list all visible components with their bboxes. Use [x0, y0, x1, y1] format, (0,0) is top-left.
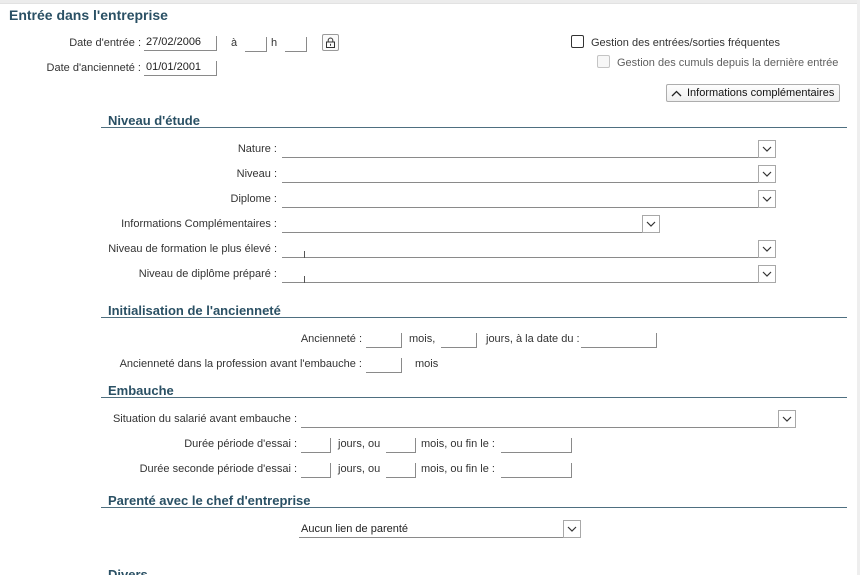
- essai-mois-field[interactable]: [386, 438, 416, 453]
- page-title: Entrée dans l'entreprise: [9, 7, 168, 23]
- essai2-label: Durée seconde période d'essai :: [139, 463, 297, 475]
- hour-field[interactable]: [245, 37, 267, 52]
- frequent-checkbox[interactable]: [571, 35, 584, 48]
- chevron-down-icon: [762, 246, 772, 252]
- anciennete-jours-field[interactable]: [441, 333, 477, 348]
- formation-label: Niveau de formation le plus élevé :: [108, 243, 277, 255]
- essai2-jours-ou-label: jours, ou: [338, 463, 381, 475]
- section-parente-divider: [101, 507, 847, 508]
- date-anciennete-field[interactable]: 01/01/2001: [144, 61, 217, 76]
- nature-select[interactable]: [282, 143, 758, 158]
- hour-h-label: h: [271, 37, 278, 49]
- minute-field[interactable]: [285, 37, 307, 52]
- essai2-mois-fin-label: mois, ou fin le :: [421, 463, 495, 475]
- chevron-down-icon: [567, 526, 577, 532]
- info-complementaires-label: Informations complémentaires: [687, 87, 835, 99]
- parente-select[interactable]: Aucun lien de parenté: [299, 523, 564, 538]
- chevron-down-icon: [762, 146, 772, 152]
- chevron-down-icon: [762, 171, 772, 177]
- essai2-mois-field[interactable]: [386, 463, 416, 478]
- date-entree-label: Date d'entrée :: [69, 37, 141, 49]
- essai-jours-field[interactable]: [301, 438, 331, 453]
- anciennete-mois-label: mois,: [409, 333, 436, 345]
- essai2-jours-field[interactable]: [301, 463, 331, 478]
- parente-dropdown-button[interactable]: [563, 520, 581, 538]
- text-caret: [304, 276, 305, 283]
- anciennete-date-field[interactable]: [581, 333, 657, 348]
- formation-select[interactable]: [282, 243, 758, 258]
- section-anciennete-title: Initialisation de l'ancienneté: [108, 303, 281, 318]
- situation-dropdown-button[interactable]: [778, 410, 796, 428]
- infos-complementaires-dropdown-button[interactable]: [642, 215, 660, 233]
- chevron-down-icon: [762, 196, 772, 202]
- infos-complementaires-select[interactable]: [282, 218, 642, 233]
- essai-mois-fin-label: mois, ou fin le :: [421, 438, 495, 450]
- essai-label: Durée période d'essai :: [184, 438, 297, 450]
- date-entree-field[interactable]: 27/02/2006: [144, 36, 217, 51]
- anciennete-profession-mois-label: mois: [415, 358, 439, 370]
- cumuls-label: Gestion des cumuls depuis la dernière en…: [617, 57, 839, 69]
- chevron-down-icon: [782, 416, 792, 422]
- anciennete-jours-label: jours, à la date du :: [486, 333, 580, 345]
- section-parente-title: Parenté avec le chef d'entreprise: [108, 493, 311, 508]
- niveau-label: Niveau :: [236, 168, 277, 180]
- situation-label: Situation du salarié avant embauche :: [112, 413, 297, 425]
- diplome-dropdown-button[interactable]: [758, 190, 776, 208]
- niveau-dropdown-button[interactable]: [758, 165, 776, 183]
- section-niveau-etude-title: Niveau d'étude: [108, 113, 200, 128]
- essai2-fin-date-field[interactable]: [501, 463, 572, 478]
- section-divers-title: Divers: [108, 567, 148, 575]
- diplome-label: Diplome :: [230, 193, 277, 205]
- cumuls-checkbox[interactable]: [597, 55, 610, 68]
- section-embauche-title: Embauche: [108, 383, 174, 398]
- diplome-prepare-dropdown-button[interactable]: [758, 265, 776, 283]
- lock-button[interactable]: [322, 34, 339, 51]
- niveau-select[interactable]: [282, 168, 758, 183]
- anciennete-profession-field[interactable]: [366, 358, 402, 373]
- essai-jours-ou-label: jours, ou: [338, 438, 381, 450]
- nature-dropdown-button[interactable]: [758, 140, 776, 158]
- chevron-down-icon: [646, 221, 656, 227]
- lock-icon: [326, 37, 335, 48]
- nature-label: Nature :: [237, 143, 277, 155]
- diplome-prepare-label: Niveau de diplôme préparé :: [138, 268, 277, 280]
- diplome-prepare-select[interactable]: [282, 268, 758, 283]
- anciennete-mois-field[interactable]: [366, 333, 402, 348]
- info-complementaires-button[interactable]: Informations complémentaires: [666, 84, 841, 102]
- essai-fin-date-field[interactable]: [501, 438, 572, 453]
- frequent-label: Gestion des entrées/sorties fréquentes: [591, 37, 780, 49]
- anciennete-profession-label: Ancienneté dans la profession avant l'em…: [119, 358, 362, 370]
- hour-a-label: à: [231, 37, 238, 49]
- text-caret: [304, 251, 305, 258]
- section-anciennete-divider: [101, 317, 847, 318]
- formation-dropdown-button[interactable]: [758, 240, 776, 258]
- window-top-edge: [0, 0, 860, 4]
- diplome-select[interactable]: [282, 193, 758, 208]
- chevron-down-icon: [762, 271, 772, 277]
- section-embauche-divider: [101, 397, 847, 398]
- infos-complementaires-label: Informations Complémentaires :: [121, 218, 277, 230]
- anciennete-label: Ancienneté :: [300, 333, 362, 345]
- situation-select[interactable]: [301, 413, 778, 428]
- section-niveau-etude-divider: [101, 127, 847, 128]
- date-anciennete-label: Date d'ancienneté :: [46, 62, 141, 74]
- chevron-up-icon: [671, 90, 682, 96]
